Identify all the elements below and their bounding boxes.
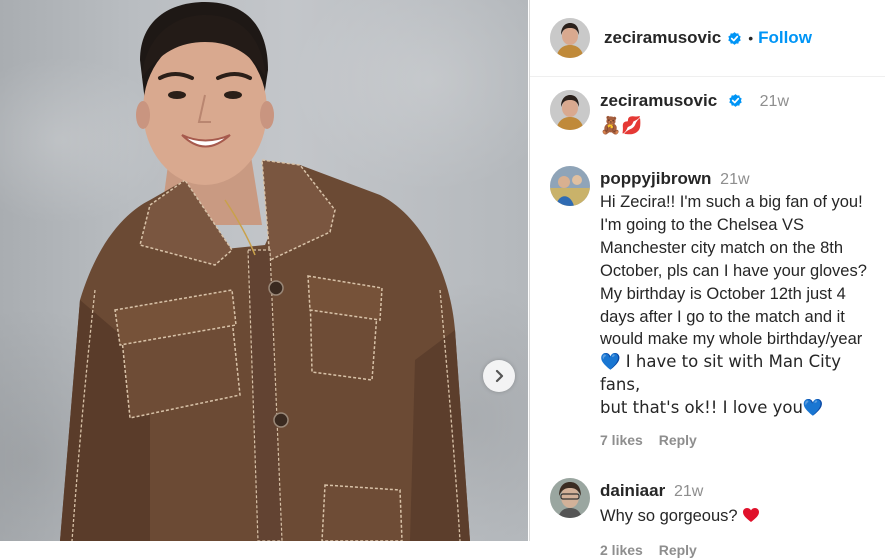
verified-badge-icon — [729, 94, 742, 107]
avatar[interactable] — [550, 478, 590, 519]
comment-item: poppyjibrown 21w Hi Zecira!! I'm such a … — [550, 166, 880, 448]
comment-time[interactable]: 21w — [674, 483, 703, 500]
author-username[interactable]: zeciramusovic — [604, 28, 721, 48]
profile-photo — [550, 18, 590, 58]
comment-line: would make my whole birthday/year — [600, 330, 863, 349]
comment-username[interactable]: zeciramusovic — [600, 91, 717, 110]
post-details-panel: zeciramusovic • Follow zeciramusovic 21w… — [529, 0, 885, 558]
reply-button[interactable]: Reply — [659, 542, 697, 558]
red-heart-icon — [743, 508, 760, 523]
chevron-right-icon — [495, 369, 504, 383]
comment-username[interactable]: poppyjibrown — [600, 169, 711, 188]
comment-text: Hi Zecira!! I'm such a big fan of you! I… — [600, 191, 880, 420]
comments-list: zeciramusovic 21w 🧸💋 poppyjibrown 21w Hi… — [550, 90, 880, 558]
comment-line: Why so gorgeous? — [600, 507, 738, 526]
avatar[interactable] — [550, 90, 590, 130]
avatar[interactable] — [550, 18, 590, 58]
next-photo-button[interactable] — [483, 360, 515, 392]
profile-photo — [550, 166, 590, 206]
profile-photo — [550, 90, 590, 130]
comment-time[interactable]: 21w — [760, 93, 789, 110]
comment-line: but that's ok!! I love you💙 — [600, 398, 824, 418]
follow-button[interactable]: Follow — [758, 28, 812, 48]
comment-line: 💙 I have to sit with Man City fans, — [600, 352, 841, 395]
comment-line: My birthday is October 12th just 4 — [600, 284, 846, 303]
comment-body: dainiaar 21w Why so gorgeous? 2 likes Re… — [600, 480, 760, 558]
separator-dot: • — [748, 30, 754, 46]
comment-body: poppyjibrown 21w Hi Zecira!! I'm such a … — [600, 168, 880, 448]
comment-line: I'm going to the Chelsea VS — [600, 215, 805, 234]
comment-meta: 7 likes Reply — [600, 432, 880, 448]
comment-time[interactable]: 21w — [720, 171, 749, 188]
comment-username[interactable]: dainiaar — [600, 481, 665, 500]
post-photo — [0, 0, 528, 541]
comment-item: dainiaar 21w Why so gorgeous? 2 likes Re… — [550, 478, 880, 558]
caption-comment: zeciramusovic 21w 🧸💋 — [550, 90, 880, 152]
profile-photo — [550, 478, 590, 519]
woman-in-brown-jacket-illustration — [60, 2, 470, 541]
comment-meta: 2 likes Reply — [600, 542, 760, 558]
avatar[interactable] — [550, 166, 590, 206]
likes-count[interactable]: 7 likes — [600, 432, 643, 448]
comment-text: 🧸💋 — [600, 116, 643, 136]
reply-button[interactable]: Reply — [659, 432, 697, 448]
comment-line: Manchester city match on the 8th — [600, 238, 844, 257]
comment-line: Hi Zecira!! I'm such a big fan of you! — [600, 193, 863, 211]
likes-count[interactable]: 2 likes — [600, 542, 643, 558]
comment-text: Why so gorgeous? — [600, 505, 760, 528]
comment-body: zeciramusovic 21w 🧸💋 — [600, 90, 789, 152]
comment-line: days after I go to the match and it — [600, 307, 845, 326]
verified-badge-icon — [728, 31, 741, 45]
comment-line: October, pls can I have your gloves? — [600, 261, 867, 280]
post-header: zeciramusovic • Follow — [530, 0, 885, 77]
